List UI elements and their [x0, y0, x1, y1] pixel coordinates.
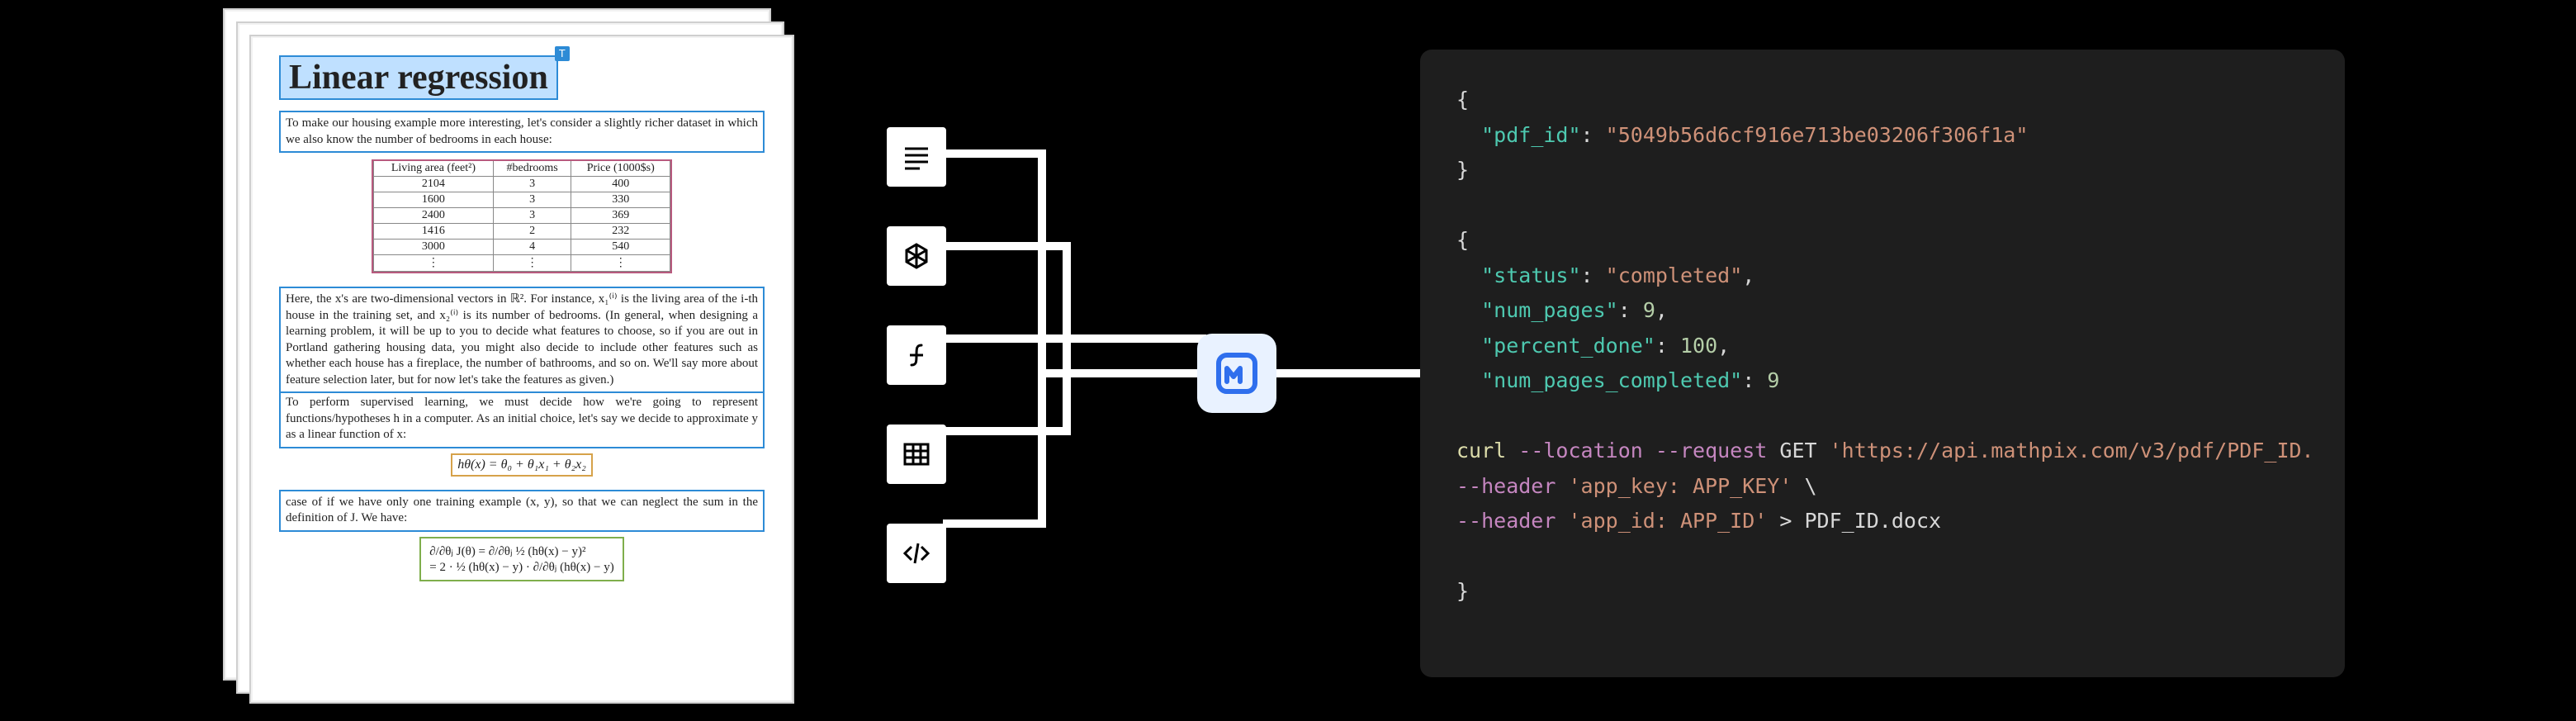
table-row: 16003330	[374, 192, 670, 208]
api-response-code: { "pdf_id": "5049b56d6cf916e713be03206f3…	[1420, 50, 2345, 677]
curl-flag-location: --location	[1518, 439, 1643, 462]
curl-backslash: \	[1804, 474, 1816, 498]
mathpix-logo-icon	[1214, 350, 1260, 396]
curl-header-1: 'app_key: APP_KEY'	[1568, 474, 1792, 498]
curl-flag-header-2: --header	[1456, 509, 1556, 533]
table-icon	[883, 421, 949, 487]
curl-cmd: curl	[1456, 439, 1506, 462]
json-val-num-pages: 9	[1643, 298, 1655, 322]
document-title: Linear regression	[279, 55, 558, 100]
col-price: Price (1000$s)	[571, 161, 670, 177]
json-val-pdf-id: 5049b56d6cf916e713be03206f306f1a	[1618, 123, 2016, 147]
json-val-percent-done: 100	[1680, 334, 1717, 358]
molecule-icon	[883, 223, 949, 289]
json-key-num-pages-completed: num_pages_completed	[1494, 368, 1730, 392]
curl-flag-header-1: --header	[1456, 474, 1556, 498]
title-badge: T	[555, 46, 570, 61]
table-row: 30004540	[374, 240, 670, 255]
curl-header-2: 'app_id: APP_ID'	[1568, 509, 1767, 533]
text-lines-icon	[883, 124, 949, 190]
table-row: 14162232	[374, 224, 670, 240]
json-val-status: completed	[1618, 263, 1730, 287]
paragraph-2: Here, the x's are two-dimensional vector…	[279, 287, 765, 393]
paragraph-4: case of if we have only one training exa…	[279, 490, 765, 532]
pipe-icons-to-logo	[943, 124, 1207, 586]
table-row: 21043400	[374, 177, 670, 192]
curl-redirect: >	[1779, 509, 1792, 533]
pipe-logo-to-code	[1276, 368, 1425, 385]
table-row: ⋮⋮⋮	[374, 255, 670, 272]
page-front: Linear regression T To make our housing …	[249, 35, 794, 704]
document-stack: Linear regression T To make our housing …	[223, 8, 793, 702]
json-key-percent-done: percent_done	[1494, 334, 1643, 358]
curl-url: 'https://api.mathpix.com/v3/pdf/PDF_ID.	[1830, 439, 2314, 462]
json-key-pdf-id: pdf_id	[1494, 123, 1568, 147]
col-bedrooms: #bedrooms	[493, 161, 571, 177]
equation-1: hθ(x) = θ₀ + θ₁x₁ + θ₂x₂	[451, 453, 593, 477]
mathpix-logo-chip	[1197, 334, 1276, 413]
equation-2-line-1: ∂/∂θⱼ J(θ) = ∂/∂θⱼ ½ (hθ(x) − y)²	[429, 543, 614, 559]
equation-2-line-2: = 2 · ½ (hθ(x) − y) · ∂/∂θⱼ (hθ(x) − y)	[429, 559, 614, 575]
diagram-stage: Linear regression T To make our housing …	[0, 0, 2576, 721]
table-header-row: Living area (feet²) #bedrooms Price (100…	[374, 161, 670, 177]
extractor-icon-column	[883, 124, 949, 586]
paragraph-3: To perform supervised learning, we must …	[279, 391, 765, 448]
code-icon	[883, 520, 949, 586]
curl-flag-request: --request	[1655, 439, 1767, 462]
json-val-num-pages-completed: 9	[1767, 368, 1779, 392]
sample-table: Living area (feet²) #bedrooms Price (100…	[373, 161, 670, 272]
paragraph-1: To make our housing example more interes…	[279, 111, 765, 153]
json-key-status: status	[1494, 263, 1568, 287]
json-key-num-pages: num_pages	[1494, 298, 1605, 322]
title-region: Linear regression T	[279, 58, 558, 97]
curl-output: PDF_ID.docx	[1805, 509, 1942, 533]
function-icon	[883, 322, 949, 388]
equation-2: ∂/∂θⱼ J(θ) = ∂/∂θⱼ ½ (hθ(x) − y)² = 2 · …	[419, 537, 624, 581]
col-living-area: Living area (feet²)	[374, 161, 494, 177]
curl-method: GET	[1779, 439, 1816, 462]
table-row: 24003369	[374, 208, 670, 224]
sample-table-region: Living area (feet²) #bedrooms Price (100…	[372, 159, 672, 273]
